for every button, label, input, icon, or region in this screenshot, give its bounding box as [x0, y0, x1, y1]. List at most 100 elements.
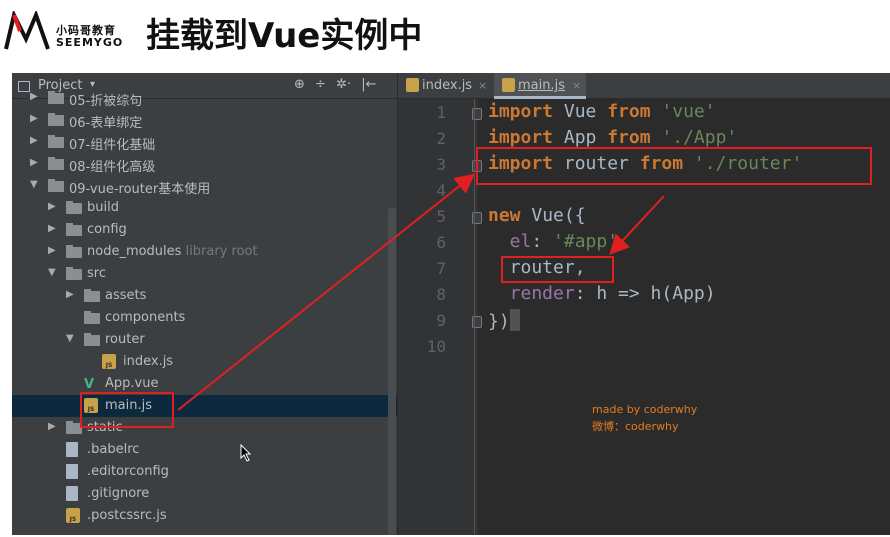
- tree-item[interactable]: ▶ 06-表单绑定: [12, 109, 397, 131]
- line-number: 2: [436, 129, 446, 148]
- tree-item[interactable]: ▶ assets: [12, 285, 397, 307]
- tree-item-name: src: [87, 266, 106, 281]
- tree-item-name: App.vue: [105, 376, 159, 391]
- tree-item-label: components: [105, 310, 185, 325]
- project-file-tree: ▶ 05-折被综句 ▶ 06-表单绑定 ▶ 07-组件化基础 ▶ 08-组件化高级 ▼ 09-vu…: [12, 91, 397, 535]
- collapsed-arrow-icon[interactable]: ▶: [48, 245, 60, 256]
- folder-icon: [48, 113, 64, 126]
- tree-item-name: build: [87, 200, 119, 215]
- tree-item[interactable]: .editorconfig: [12, 461, 397, 483]
- folder-icon: [66, 267, 82, 280]
- line-number: 9: [436, 311, 446, 330]
- line-number: 6: [436, 233, 446, 252]
- line-number: 4: [436, 181, 446, 200]
- expanded-arrow-icon[interactable]: ▼: [48, 267, 60, 278]
- tree-item[interactable]: ▶ node_modules library root: [12, 241, 397, 263]
- tree-item[interactable]: ▶ 05-折被综句: [12, 87, 397, 109]
- expanded-arrow-icon[interactable]: ▼: [66, 333, 78, 344]
- tree-item[interactable]: ▶ build: [12, 197, 397, 219]
- tree-item-name: 07-组件化基础: [69, 138, 156, 153]
- tree-item-name: index.js: [123, 354, 174, 369]
- collapsed-arrow-icon[interactable]: ▶: [48, 223, 60, 234]
- tree-item[interactable]: .babelrc: [12, 439, 397, 461]
- collapsed-arrow-icon[interactable]: ▶: [48, 201, 60, 212]
- tree-item[interactable]: components: [12, 307, 397, 329]
- tree-item-label: router: [105, 332, 145, 347]
- code-token: }): [488, 311, 510, 332]
- tree-item-name: components: [105, 310, 186, 325]
- tree-item-name: config: [87, 222, 127, 237]
- js-file-icon: [66, 508, 80, 523]
- line-number: 8: [436, 285, 446, 304]
- highlight-router-option: [501, 256, 614, 283]
- collapsed-arrow-icon[interactable]: ▶: [48, 421, 60, 432]
- tree-item[interactable]: ▶ 08-组件化高级: [12, 153, 397, 175]
- tree-item-name: .postcssrc.js: [87, 508, 167, 523]
- tree-item[interactable]: ▶ 07-组件化基础: [12, 131, 397, 153]
- tree-item-name: 06-表单绑定: [69, 116, 143, 131]
- line-number: 5: [436, 207, 446, 226]
- mouse-cursor-icon: [240, 444, 252, 462]
- code-token: render: [488, 283, 575, 304]
- tree-scrollbar[interactable]: [388, 208, 396, 535]
- tree-item[interactable]: ▼ router: [12, 329, 397, 351]
- code-token: 'vue': [650, 101, 716, 122]
- code-token: from: [607, 127, 651, 148]
- tree-item-label: build: [87, 200, 119, 215]
- code-token: Vue: [553, 101, 608, 122]
- tree-item-label: config: [87, 222, 127, 237]
- code-line: }): [488, 309, 520, 332]
- code-line: import App from './App': [488, 127, 737, 148]
- tree-item[interactable]: .postcssrc.js: [12, 505, 397, 527]
- config-file-icon: [66, 464, 78, 479]
- config-file-icon: [66, 486, 78, 501]
- slide-header: 小码哥教育 SEEMYGO 挂载到Vue实例中: [0, 0, 890, 70]
- code-token: ,: [618, 231, 629, 252]
- folder-icon: [48, 135, 64, 148]
- tree-item[interactable]: ▼ 09-vue-router基本使用: [12, 175, 397, 197]
- tree-item-label: .postcssrc.js: [87, 508, 167, 523]
- code-line: import Vue from 'vue': [488, 101, 716, 122]
- close-icon[interactable]: ×: [572, 79, 581, 92]
- expanded-arrow-icon[interactable]: ▼: [30, 179, 42, 190]
- close-icon[interactable]: ×: [478, 79, 487, 92]
- tree-item-label: assets: [105, 288, 146, 303]
- tab-index-js[interactable]: index.js ×: [398, 73, 490, 99]
- code-token: :: [531, 231, 554, 252]
- code-token: Vue({: [520, 205, 586, 226]
- collapsed-arrow-icon[interactable]: ▶: [30, 91, 42, 102]
- collapsed-arrow-icon[interactable]: ▶: [30, 113, 42, 124]
- logo-mark-icon: [4, 11, 50, 50]
- tree-item-label: .babelrc: [87, 442, 139, 457]
- tree-item-label: src: [87, 266, 106, 281]
- project-panel: Project ▾ ⊕ ÷ ✲· |← ▶ 05-折被综句 ▶ 06-表单绑定 ▶ 07-…: [12, 73, 397, 535]
- code-line: render: h => h(App): [488, 283, 716, 304]
- tree-item[interactable]: index.js: [12, 351, 397, 373]
- collapsed-arrow-icon[interactable]: ▶: [66, 289, 78, 300]
- code-token: '#app': [553, 231, 619, 252]
- tree-item-name: 08-组件化高级: [69, 160, 156, 175]
- tree-item[interactable]: ▶ config: [12, 219, 397, 241]
- tree-item-label: App.vue: [105, 376, 158, 391]
- tree-item-name: 09-vue-router基本使用: [69, 182, 211, 197]
- code-token: from: [607, 101, 651, 122]
- tree-item-label: .gitignore: [87, 486, 149, 501]
- slide-title: 挂载到Vue实例中: [146, 16, 423, 56]
- tab-main-js[interactable]: main.js ×: [494, 73, 586, 99]
- tree-item[interactable]: ▼ src: [12, 263, 397, 285]
- tree-item-name: .babelrc: [87, 442, 140, 457]
- js-file-icon: [502, 78, 515, 92]
- tree-item[interactable]: ▶ static: [12, 417, 397, 439]
- collapsed-arrow-icon[interactable]: ▶: [30, 157, 42, 168]
- folder-icon: [66, 223, 82, 236]
- collapsed-arrow-icon[interactable]: ▶: [30, 135, 42, 146]
- folder-icon: [84, 333, 100, 346]
- highlight-import-router: [476, 147, 872, 185]
- tree-item[interactable]: main.js: [12, 395, 397, 417]
- tree-item[interactable]: V App.vue: [12, 373, 397, 395]
- tree-item-label: .editorconfig: [87, 464, 169, 479]
- line-number: 1: [436, 103, 446, 122]
- tree-item[interactable]: .gitignore: [12, 483, 397, 505]
- text-cursor: [509, 309, 520, 331]
- folder-icon: [84, 311, 100, 324]
